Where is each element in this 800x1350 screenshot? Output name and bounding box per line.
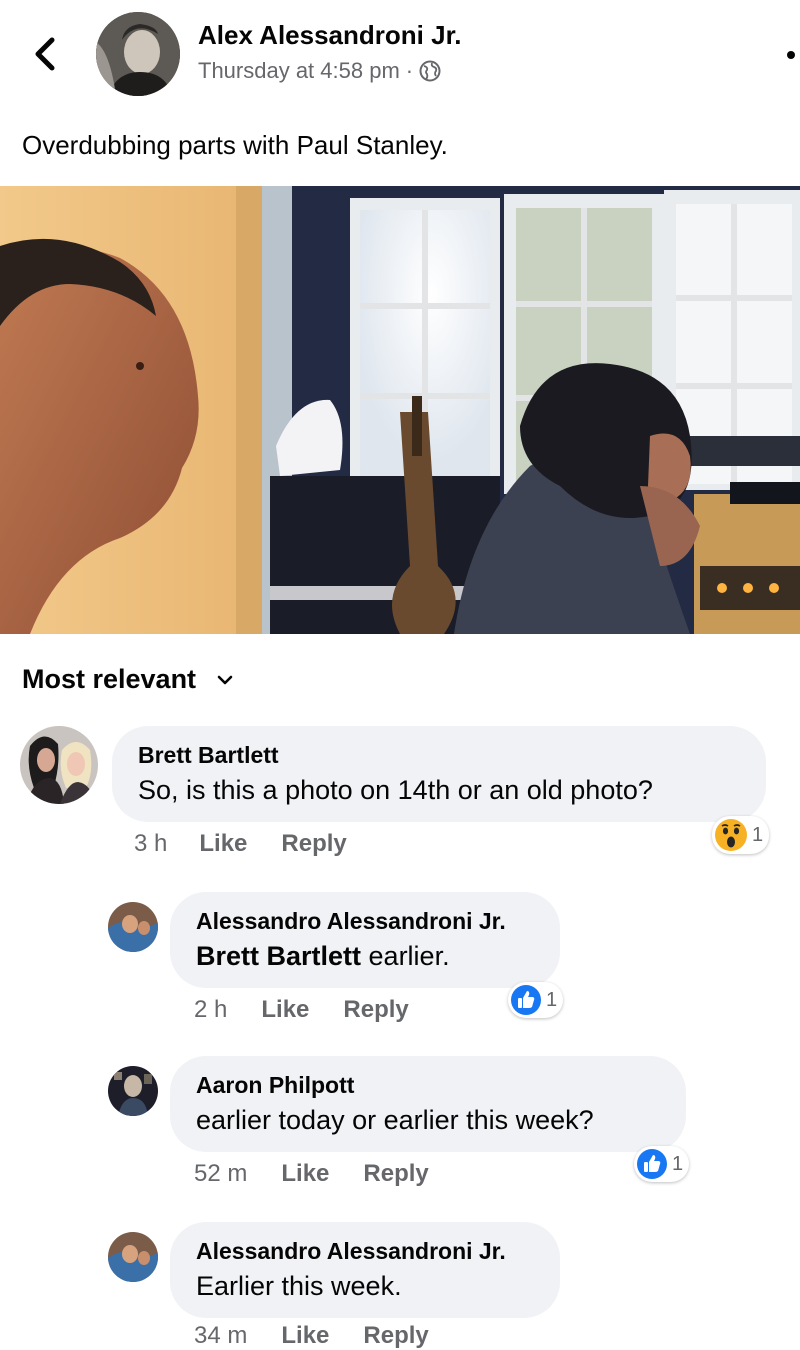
comment-text: So, is this a photo on 14th or an old ph… [138,775,653,805]
reply-button[interactable]: Reply [363,1160,428,1188]
post-photo[interactable] [0,186,800,634]
comment-actions: 2 h Like Reply [194,996,409,1024]
comment-text: Earlier this week. [196,1271,402,1301]
comment-bubble[interactable]: Alessandro Alessandroni Jr. Brett Bartle… [170,892,560,988]
comment-reactions[interactable]: 1 [712,816,770,854]
chevron-left-icon [35,37,55,71]
like-button[interactable]: Like [281,1322,329,1350]
comment-reactions[interactable]: 1 [634,1146,690,1182]
reaction-count: 1 [672,1152,684,1175]
author-avatar[interactable] [96,12,180,96]
more-dot-icon [787,51,795,59]
comment-time[interactable]: 34 m [194,1322,247,1350]
comment-bubble[interactable]: Aaron Philpott earlier today or earlier … [170,1056,686,1152]
globe-icon [419,60,441,82]
like-reaction-icon [637,1149,667,1179]
comment-text: earlier today or earlier this week? [196,1105,594,1135]
commenter-avatar[interactable] [108,1232,158,1282]
like-button[interactable]: Like [199,830,247,858]
commenter-avatar[interactable] [20,726,98,804]
comment-bubble[interactable]: Brett Bartlett So, is this a photo on 14… [112,726,766,822]
chevron-down-icon [217,675,233,684]
comment-actions: 34 m Like Reply [194,1322,429,1350]
like-button[interactable]: Like [281,1160,329,1188]
comment-text: Brett Bartlett earlier. [196,941,534,972]
post-timestamp[interactable]: Thursday at 4:58 pm [198,58,400,84]
author-name[interactable]: Alex Alessandroni Jr. [198,20,461,51]
post-caption: Overdubbing parts with Paul Stanley. [22,130,448,160]
commenter-name[interactable]: Aaron Philpott [196,1072,660,1099]
reply-button[interactable]: Reply [343,996,408,1024]
comment-sort-dropdown[interactable]: Most relevant [22,664,234,695]
like-reaction-icon [511,985,541,1015]
reply-button[interactable]: Reply [363,1322,428,1350]
comment-reactions[interactable]: 1 [508,982,564,1018]
commenter-avatar[interactable] [108,902,158,952]
wow-reaction-icon [715,819,747,851]
comment-actions: 52 m Like Reply [194,1160,429,1188]
reply-button[interactable]: Reply [281,830,346,858]
post-header: Alex Alessandroni Jr. Thursday at 4:58 p… [0,0,800,110]
commenter-name[interactable]: Alessandro Alessandroni Jr. [196,1238,534,1265]
more-options-button[interactable] [782,46,800,64]
comment-time[interactable]: 2 h [194,996,227,1024]
reaction-count: 1 [752,823,764,846]
meta-separator: · [405,58,414,83]
comment-actions: 3 h Like Reply [134,830,347,858]
sort-label: Most relevant [22,664,197,694]
post-meta: Thursday at 4:58 pm · [198,58,441,84]
commenter-name[interactable]: Brett Bartlett [138,742,740,769]
reaction-count: 1 [546,988,558,1011]
commenter-avatar[interactable] [108,1066,158,1116]
commenter-name[interactable]: Alessandro Alessandroni Jr. [196,908,534,935]
comment-text-rest: earlier. [361,941,450,971]
comment-bubble[interactable]: Alessandro Alessandroni Jr. Earlier this… [170,1222,560,1318]
comment-time[interactable]: 52 m [194,1160,247,1188]
mention-link[interactable]: Brett Bartlett [196,941,361,971]
like-button[interactable]: Like [261,996,309,1024]
comment-time[interactable]: 3 h [134,830,167,858]
back-button[interactable] [30,34,60,74]
